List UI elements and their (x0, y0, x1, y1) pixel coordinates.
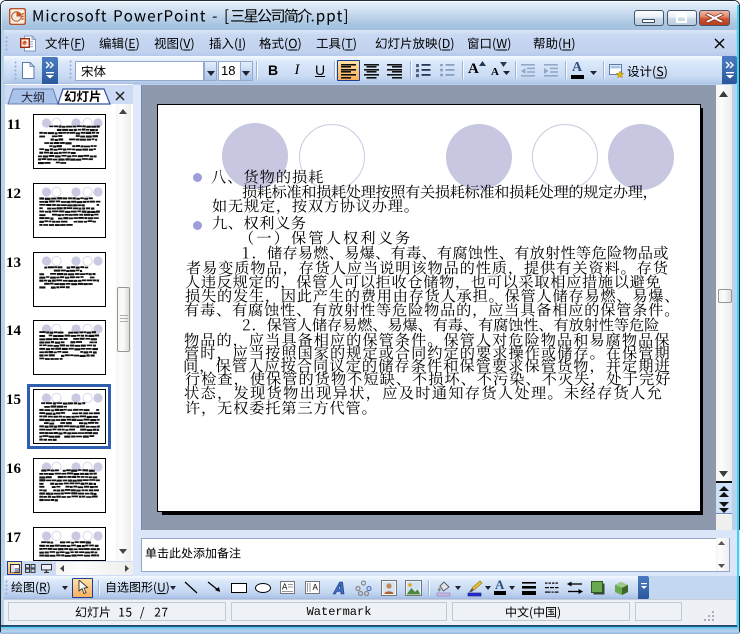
svg-text:A: A (313, 583, 319, 592)
svg-text:A: A (282, 583, 288, 592)
